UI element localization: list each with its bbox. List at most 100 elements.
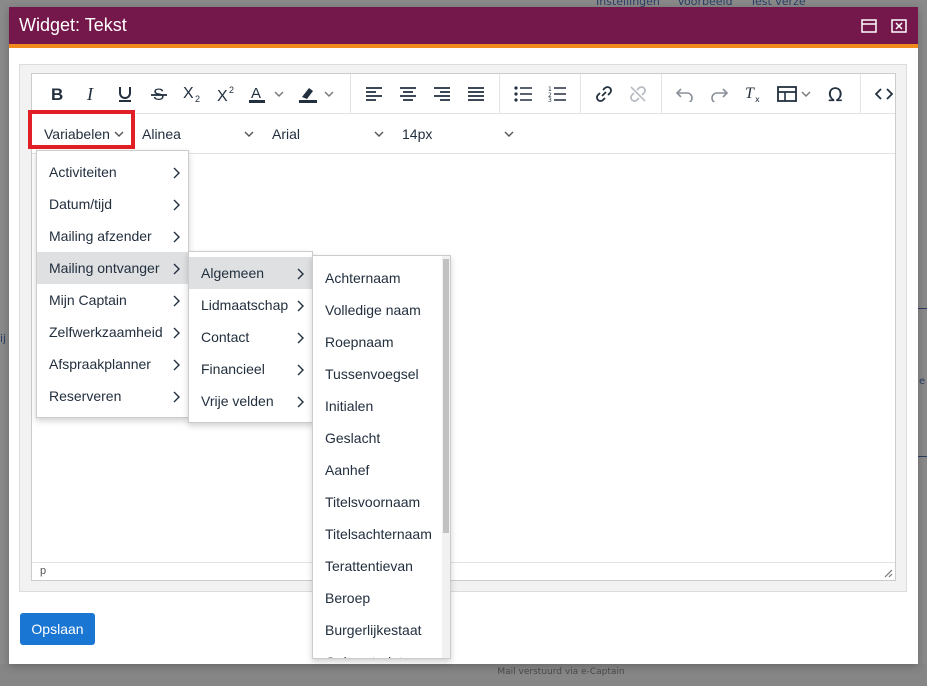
align-center-button[interactable] — [391, 77, 425, 111]
menu-item-tussenvoegsel[interactable]: Tussenvoegsel — [313, 358, 450, 390]
align-left-button[interactable] — [357, 77, 391, 111]
list-group: 123 — [500, 73, 581, 114]
variables-dropdown[interactable]: Variabelen — [28, 109, 135, 154]
menu-item-contact[interactable]: Contact — [189, 321, 312, 353]
chevron-right-icon — [173, 263, 180, 275]
background-footer: Mail verstuurd via e-Captain — [0, 664, 927, 686]
menu-item-titelsvoornaam[interactable]: Titelsvoornaam — [313, 486, 450, 518]
menu-item-titelsachternaam[interactable]: Titelsachternaam — [313, 518, 450, 550]
mailing-ontvanger-submenu: Algemeen Lidmaatschap Contact Financieel… — [188, 251, 313, 423]
svg-text:2: 2 — [195, 94, 200, 103]
chevron-right-icon — [173, 167, 180, 179]
subscript-button[interactable]: X2 — [176, 77, 210, 111]
background-left-text: ij — [0, 332, 7, 345]
menu-item-burgerlijkestaat[interactable]: Burgerlijkestaat — [313, 614, 450, 646]
italic-button[interactable]: I — [74, 77, 108, 111]
source-code-icon — [875, 87, 893, 100]
menu-item-reserveren[interactable]: Reserveren — [37, 380, 188, 412]
align-right-icon — [434, 86, 450, 101]
redo-icon — [711, 87, 728, 102]
element-path[interactable]: p — [40, 565, 46, 577]
undo-icon — [676, 87, 693, 102]
menu-item-zelfwerkzaamheid[interactable]: Zelfwerkzaamheid — [37, 316, 188, 348]
clear-format-icon: Tx — [745, 85, 760, 103]
font-size-dropdown[interactable]: 14px — [394, 114, 524, 154]
bullet-list-button[interactable] — [506, 77, 540, 111]
svg-text:I: I — [86, 86, 94, 102]
chevron-right-icon — [297, 332, 304, 344]
strikethrough-button[interactable]: S — [142, 77, 176, 111]
text-color-button[interactable]: A — [244, 77, 294, 111]
menu-item-financieel[interactable]: Financieel — [189, 353, 312, 385]
block-format-dropdown[interactable]: Alinea — [134, 114, 264, 154]
block-format-value: Alinea — [142, 125, 181, 142]
redo-button[interactable] — [702, 77, 736, 111]
svg-text:Ω: Ω — [828, 84, 843, 104]
menu-item-activiteiten[interactable]: Activiteiten — [37, 156, 188, 188]
menu-item-vrije-velden[interactable]: Vrije velden — [189, 385, 312, 417]
bullet-list-icon — [514, 85, 532, 102]
chevron-right-icon — [297, 268, 304, 280]
chevron-right-icon — [173, 295, 180, 307]
menu-item-algemeen[interactable]: Algemeen — [189, 257, 312, 289]
menu-item-geboortedatum[interactable]: Geboortedatum — [313, 646, 450, 658]
menu-item-terattentievan[interactable]: Terattentievan — [313, 550, 450, 582]
align-right-button[interactable] — [425, 77, 459, 111]
menu-item-aanhef[interactable]: Aanhef — [313, 454, 450, 486]
chevron-down-icon — [244, 131, 254, 137]
highlight-color-button[interactable] — [294, 77, 344, 111]
highlight-frame — [28, 109, 135, 149]
menu-item-lidmaatschap[interactable]: Lidmaatschap — [189, 289, 312, 321]
svg-text:B: B — [51, 86, 63, 102]
numbered-list-button[interactable]: 123 — [540, 77, 574, 111]
table-button[interactable] — [770, 77, 820, 111]
underline-button[interactable] — [108, 77, 142, 111]
text-color-icon: A — [249, 85, 284, 103]
unlink-button[interactable] — [621, 77, 655, 111]
menu-item-mijn-captain[interactable]: Mijn Captain — [37, 284, 188, 316]
align-left-icon — [366, 86, 382, 101]
justify-button[interactable] — [459, 77, 493, 111]
link-button[interactable] — [587, 77, 621, 111]
maximize-button[interactable] — [860, 17, 878, 35]
save-button[interactable]: Opslaan — [20, 613, 95, 645]
menu-item-beroep[interactable]: Beroep — [313, 582, 450, 614]
dialog-title: Widget: Tekst — [19, 15, 127, 35]
svg-text:S: S — [153, 85, 164, 103]
bold-button[interactable]: B — [40, 77, 74, 111]
menu-item-datum-tijd[interactable]: Datum/tijd — [37, 188, 188, 220]
background-divider — [918, 308, 927, 309]
menu-item-mailing-afzender[interactable]: Mailing afzender — [37, 220, 188, 252]
align-group — [351, 73, 500, 114]
menu-item-volledige-naam[interactable]: Volledige naam — [313, 294, 450, 326]
menu-item-afspraakplanner[interactable]: Afspraakplanner — [37, 348, 188, 380]
align-center-icon — [400, 86, 416, 101]
code-group — [861, 74, 907, 114]
menu-item-mailing-ontvanger[interactable]: Mailing ontvanger — [37, 252, 188, 284]
background-right-text: e — [919, 376, 926, 387]
clear-format-button[interactable]: Tx — [736, 77, 770, 111]
svg-text:x: x — [755, 95, 760, 103]
background-divider — [918, 456, 927, 457]
svg-text:2: 2 — [229, 85, 234, 95]
menu-item-achternaam[interactable]: Achternaam — [313, 262, 450, 294]
scrollbar-thumb[interactable] — [443, 259, 449, 533]
undo-button[interactable] — [668, 77, 702, 111]
special-char-button[interactable]: Ω — [820, 77, 854, 111]
submenu-scrollbar[interactable] — [442, 256, 450, 658]
chevron-down-icon — [374, 131, 384, 137]
unlink-icon — [630, 85, 646, 102]
editor-toolbar-secondary: Variabelen Alinea Arial 14px — [28, 109, 895, 154]
menu-item-initialen[interactable]: Initialen — [313, 390, 450, 422]
chevron-right-icon — [297, 300, 304, 312]
font-family-dropdown[interactable]: Arial — [264, 114, 394, 154]
chevron-right-icon — [173, 231, 180, 243]
menu-item-roepnaam[interactable]: Roepnaam — [313, 326, 450, 358]
superscript-button[interactable]: X2 — [210, 77, 244, 111]
editor-statusbar: p — [32, 562, 895, 580]
chevron-down-icon — [504, 131, 514, 137]
close-button[interactable] — [890, 17, 908, 35]
source-code-button[interactable] — [867, 77, 901, 111]
bold-icon: B — [51, 86, 63, 102]
menu-item-geslacht[interactable]: Geslacht — [313, 422, 450, 454]
